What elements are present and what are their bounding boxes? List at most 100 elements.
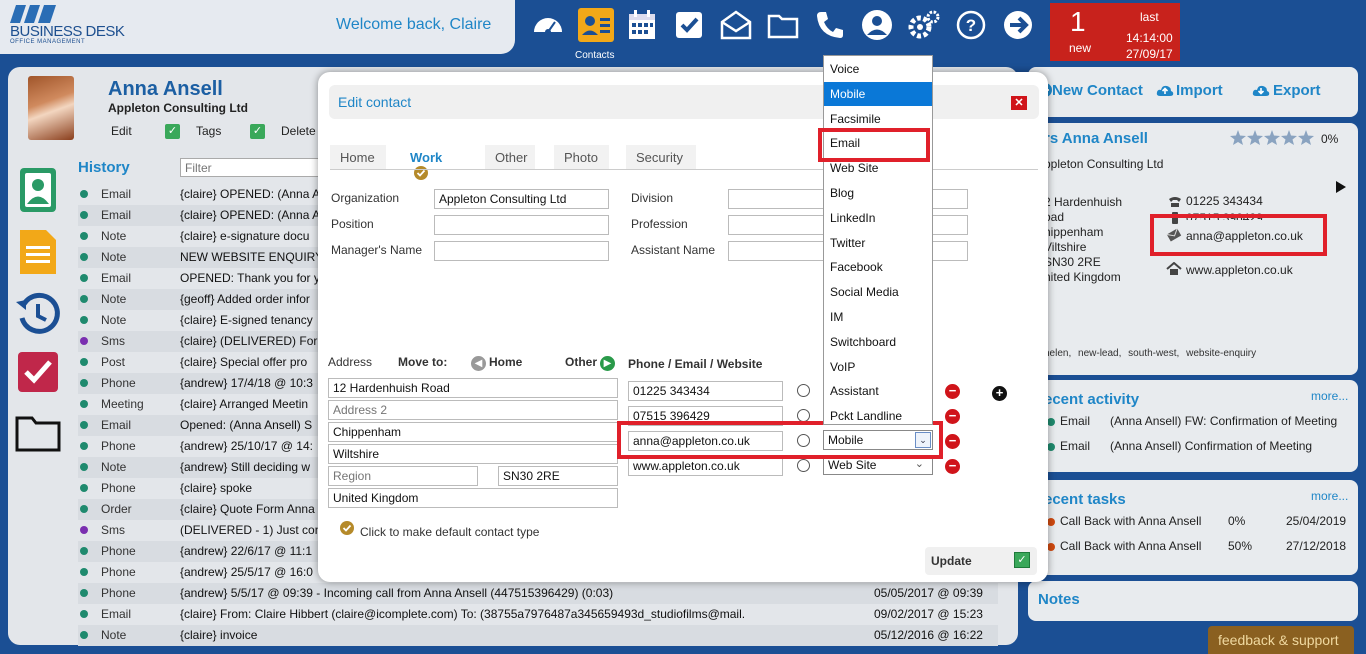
phone-icon[interactable] (813, 8, 847, 42)
status-dot (80, 253, 88, 261)
history-row[interactable]: Email {claire} From: Claire Hibbert (clai… (78, 604, 998, 625)
tags-action[interactable]: Tags (196, 124, 221, 138)
contacts-icon[interactable] (578, 8, 614, 42)
folder-icon[interactable] (766, 8, 800, 42)
feedback-button[interactable]: feedback & support (1208, 626, 1354, 654)
country-field[interactable] (328, 488, 618, 508)
update-button[interactable]: Update (931, 554, 972, 568)
activity-desc[interactable]: (Anna Ansell) Confirmation of Meeting (1110, 439, 1312, 453)
avatar (28, 76, 74, 140)
tag[interactable]: helen, (1044, 348, 1071, 359)
edit-action[interactable]: Edit (111, 124, 132, 138)
tag[interactable]: website-enquiry (1186, 348, 1256, 359)
document-icon[interactable] (14, 228, 62, 276)
task-progress: 50% (1228, 539, 1253, 553)
website-field[interactable] (628, 456, 783, 476)
history-icon[interactable] (14, 290, 62, 338)
region-field[interactable] (328, 466, 478, 486)
notes-title[interactable]: Notes (1038, 591, 1080, 608)
contact-type-dropdown[interactable]: Voice Mobile Facsimile Email Web Site Blog Lin… (823, 55, 933, 425)
arrow-right-icon[interactable]: ▶ (600, 356, 615, 371)
activity-more-link[interactable]: more... (1311, 389, 1348, 403)
dropdown-option[interactable]: Blog (824, 181, 932, 205)
task-progress: 0% (1228, 514, 1246, 528)
activity-desc[interactable]: (Anna Ansell) FW: Confirmation of Meetin… (1110, 414, 1337, 428)
postcode-field[interactable] (498, 466, 618, 486)
task-desc[interactable]: Call Back with Anna Ansell (1060, 539, 1201, 553)
default-radio[interactable] (797, 384, 810, 397)
status-dot (80, 610, 88, 618)
tab-home[interactable]: Home (330, 145, 386, 169)
logout-icon[interactable] (1001, 8, 1035, 42)
task-desc[interactable]: Call Back with Anna Ansell (1060, 514, 1201, 528)
tab-other[interactable]: Other (485, 145, 535, 169)
user-icon[interactable] (860, 8, 894, 42)
remove-icon[interactable]: − (945, 459, 960, 474)
delete-action[interactable]: Delete (281, 124, 316, 138)
history-filter-input[interactable] (180, 158, 340, 177)
default-radio[interactable] (797, 459, 810, 472)
dropdown-option[interactable]: Twitter (824, 231, 932, 255)
organization-field[interactable] (434, 189, 609, 209)
contact-company: Appleton Consulting Ltd (108, 101, 248, 115)
history-type: Post (101, 355, 126, 369)
dropdown-option[interactable]: IM (824, 305, 932, 329)
tab-photo[interactable]: Photo (554, 145, 609, 169)
calendar-icon[interactable] (625, 8, 659, 42)
tag[interactable]: south-west, (1128, 348, 1179, 359)
play-icon[interactable] (1336, 181, 1346, 193)
folder-side-icon[interactable] (14, 410, 62, 458)
dashboard-icon[interactable] (531, 8, 565, 42)
settings-icon[interactable] (907, 8, 941, 42)
phone-field[interactable] (628, 381, 783, 401)
address-line1-field[interactable] (328, 378, 618, 398)
move-home-link[interactable]: Home (489, 355, 522, 369)
dropdown-option[interactable]: VoIP (824, 355, 932, 379)
address-line2-field[interactable] (328, 400, 618, 420)
close-icon[interactable]: ✕ (1011, 96, 1027, 110)
dropdown-option[interactable]: Switchboard (824, 330, 932, 354)
dropdown-option[interactable]: Facsimile (824, 107, 932, 131)
tasks-more-link[interactable]: more... (1311, 489, 1348, 503)
history-row[interactable]: Note {claire} invoice 05/12/2016 @ 16:22 (78, 625, 998, 646)
history-type: Note (101, 460, 127, 474)
tag[interactable]: new-lead, (1078, 348, 1121, 359)
remove-icon[interactable]: − (945, 384, 960, 399)
notification-panel[interactable]: 1 new last 14:14:00 27/09/17 (1050, 3, 1180, 61)
rating-stars[interactable] (1230, 130, 1314, 146)
address-book-icon[interactable] (14, 166, 62, 214)
cloud-upload-icon (1156, 85, 1174, 96)
dropdown-option[interactable]: Mobile (824, 81, 932, 106)
tasks-icon[interactable] (672, 8, 706, 42)
dropdown-option[interactable]: Social Media (824, 280, 932, 304)
tab-work[interactable]: Work (400, 145, 472, 180)
manager-field[interactable] (434, 241, 609, 261)
move-other-link[interactable]: Other (565, 355, 597, 369)
history-type: Phone (101, 439, 136, 453)
card-phone[interactable]: 01225 343434 (1186, 194, 1263, 208)
dropdown-option[interactable]: LinkedIn (824, 206, 932, 230)
star-rating-icon (1230, 130, 1314, 145)
delete-label: Delete (281, 124, 316, 138)
tab-security[interactable]: Security (626, 145, 696, 169)
position-field[interactable] (434, 215, 609, 235)
remove-icon[interactable]: − (945, 409, 960, 424)
dropdown-option[interactable]: Facebook (824, 255, 932, 279)
help-icon[interactable]: ? (954, 8, 988, 42)
add-row-icon[interactable]: + (992, 386, 1007, 401)
remove-icon[interactable]: − (945, 434, 960, 449)
dropdown-option[interactable]: Pckt Landline (824, 404, 932, 424)
email-option-highlight-box (818, 128, 930, 162)
checkmark-icon[interactable]: ✓ (1014, 552, 1030, 568)
arrow-left-icon[interactable]: ◀ (471, 356, 486, 371)
history-row[interactable]: Phone {andrew} 5/5/17 @ 09:39 - Incoming … (78, 583, 998, 604)
mail-icon[interactable] (719, 8, 753, 42)
dropdown-option[interactable]: Assistant (824, 379, 932, 403)
dropdown-option[interactable]: Voice (824, 57, 932, 81)
card-company: ppleton Consulting Ltd (1044, 157, 1164, 171)
county-field[interactable] (328, 444, 618, 464)
address-line: Viltshire (1044, 240, 1087, 254)
tasks-side-icon[interactable] (14, 350, 62, 398)
card-website[interactable]: www.appleton.co.uk (1186, 263, 1293, 277)
city-field[interactable] (328, 422, 618, 442)
